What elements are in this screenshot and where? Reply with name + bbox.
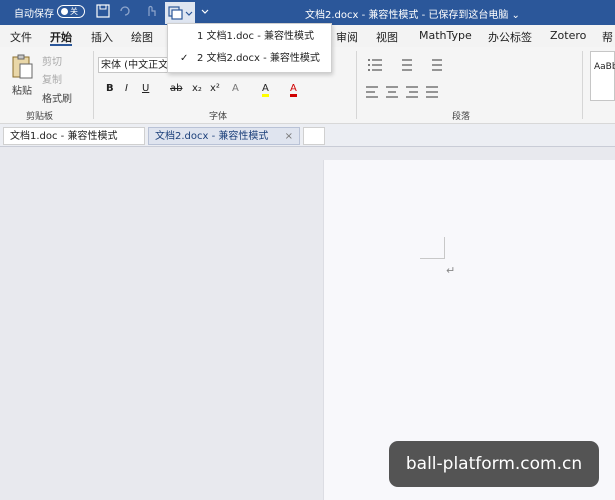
italic-button[interactable]: I — [125, 83, 128, 94]
tab-home[interactable]: 开始 — [50, 29, 72, 45]
save-icon[interactable] — [96, 4, 112, 20]
tab-review[interactable]: 审阅 — [336, 29, 358, 45]
tab-insert[interactable]: 插入 — [91, 29, 113, 45]
strikethrough-button[interactable]: ab — [170, 83, 182, 94]
checkmark-icon: ✓ — [180, 53, 189, 64]
paragraph-mark: ↵ — [446, 264, 456, 277]
margin-corner-mark — [420, 258, 445, 259]
title-bar: 自动保存 关 文档2.docx - 兼容性模式 - 已保存到这台电脑 ⌄ — [0, 0, 615, 25]
tab-zotero[interactable]: Zotero — [550, 29, 586, 42]
switch-windows-menu: 1 文档1.doc - 兼容性模式 ✓ 2 文档2.docx - 兼容性模式 — [167, 23, 332, 73]
autosave-label: 自动保存 — [14, 9, 54, 20]
cut-button[interactable]: 剪切 — [42, 53, 62, 68]
paste-icon[interactable] — [10, 53, 34, 84]
autosave-toggle[interactable]: 关 — [57, 5, 85, 18]
margin-corner-mark — [444, 237, 445, 259]
group-divider — [582, 51, 583, 119]
font-color-button[interactable]: A — [290, 83, 297, 97]
window-menu-item-1[interactable]: 1 文档1.doc - 兼容性模式 — [168, 27, 331, 47]
subscript-button[interactable]: x₂ — [192, 83, 202, 94]
document-tab-1[interactable]: 文档1.doc - 兼容性模式 — [3, 127, 145, 145]
highlight-button[interactable]: A — [262, 83, 269, 97]
window-menu-item-2-label: 2 文档2.docx - 兼容性模式 — [197, 53, 320, 64]
style-gallery[interactable]: AaBb — [590, 51, 615, 101]
watermark-badge: ball-platform.com.cn — [389, 441, 599, 487]
group-divider — [356, 51, 357, 119]
clipboard-group-label: 剪贴板 — [26, 112, 54, 122]
toggle-knob — [61, 8, 68, 15]
tab-help[interactable]: 帮 — [602, 29, 613, 45]
font-group-label: 字体 — [209, 112, 228, 122]
copy-button[interactable]: 复制 — [42, 71, 62, 86]
bullets-icon[interactable] — [366, 57, 586, 108]
tab-file[interactable]: 文件 — [10, 29, 32, 45]
toggle-state: 关 — [70, 7, 78, 16]
paragraph-group-label: 段落 — [452, 112, 471, 122]
underline-button[interactable]: U — [142, 83, 149, 94]
undo-icon[interactable] — [118, 4, 134, 20]
document-tab-2-label: 文档2.docx - 兼容性模式 — [155, 131, 269, 142]
superscript-button[interactable]: x² — [210, 83, 220, 94]
format-painter-button[interactable]: 格式刷 — [42, 90, 72, 105]
tab-mathtype[interactable]: MathType — [419, 29, 472, 42]
window-menu-item-2[interactable]: ✓ 2 文档2.docx - 兼容性模式 — [168, 49, 331, 69]
customize-toolbar-icon[interactable] — [200, 4, 216, 20]
switch-windows-button[interactable] — [165, 2, 195, 24]
bold-button[interactable]: B — [106, 83, 114, 94]
new-tab-button[interactable] — [303, 127, 325, 145]
close-tab-icon[interactable]: × — [285, 128, 293, 146]
font-name-select[interactable]: 宋体 (中文正文) — [98, 57, 168, 73]
window-menu-item-1-label: 1 文档1.doc - 兼容性模式 — [197, 31, 315, 42]
document-title[interactable]: 文档2.docx - 兼容性模式 - 已保存到这台电脑 ⌄ — [305, 6, 520, 21]
paste-label[interactable]: 粘贴 — [12, 82, 32, 97]
group-divider — [93, 51, 94, 119]
document-tab-2[interactable]: 文档2.docx - 兼容性模式 × — [148, 127, 300, 145]
tab-draw[interactable]: 绘图 — [131, 29, 153, 45]
tab-office-tab[interactable]: 办公标签 — [488, 29, 532, 45]
document-tab-1-label: 文档1.doc - 兼容性模式 — [10, 131, 118, 142]
tab-view[interactable]: 视图 — [376, 29, 398, 45]
document-tab-bar: 文档1.doc - 兼容性模式 文档2.docx - 兼容性模式 × — [0, 124, 615, 147]
touch-mode-icon[interactable] — [144, 4, 160, 20]
active-tab-indicator — [50, 44, 72, 46]
text-effects-button[interactable]: A — [232, 83, 239, 94]
